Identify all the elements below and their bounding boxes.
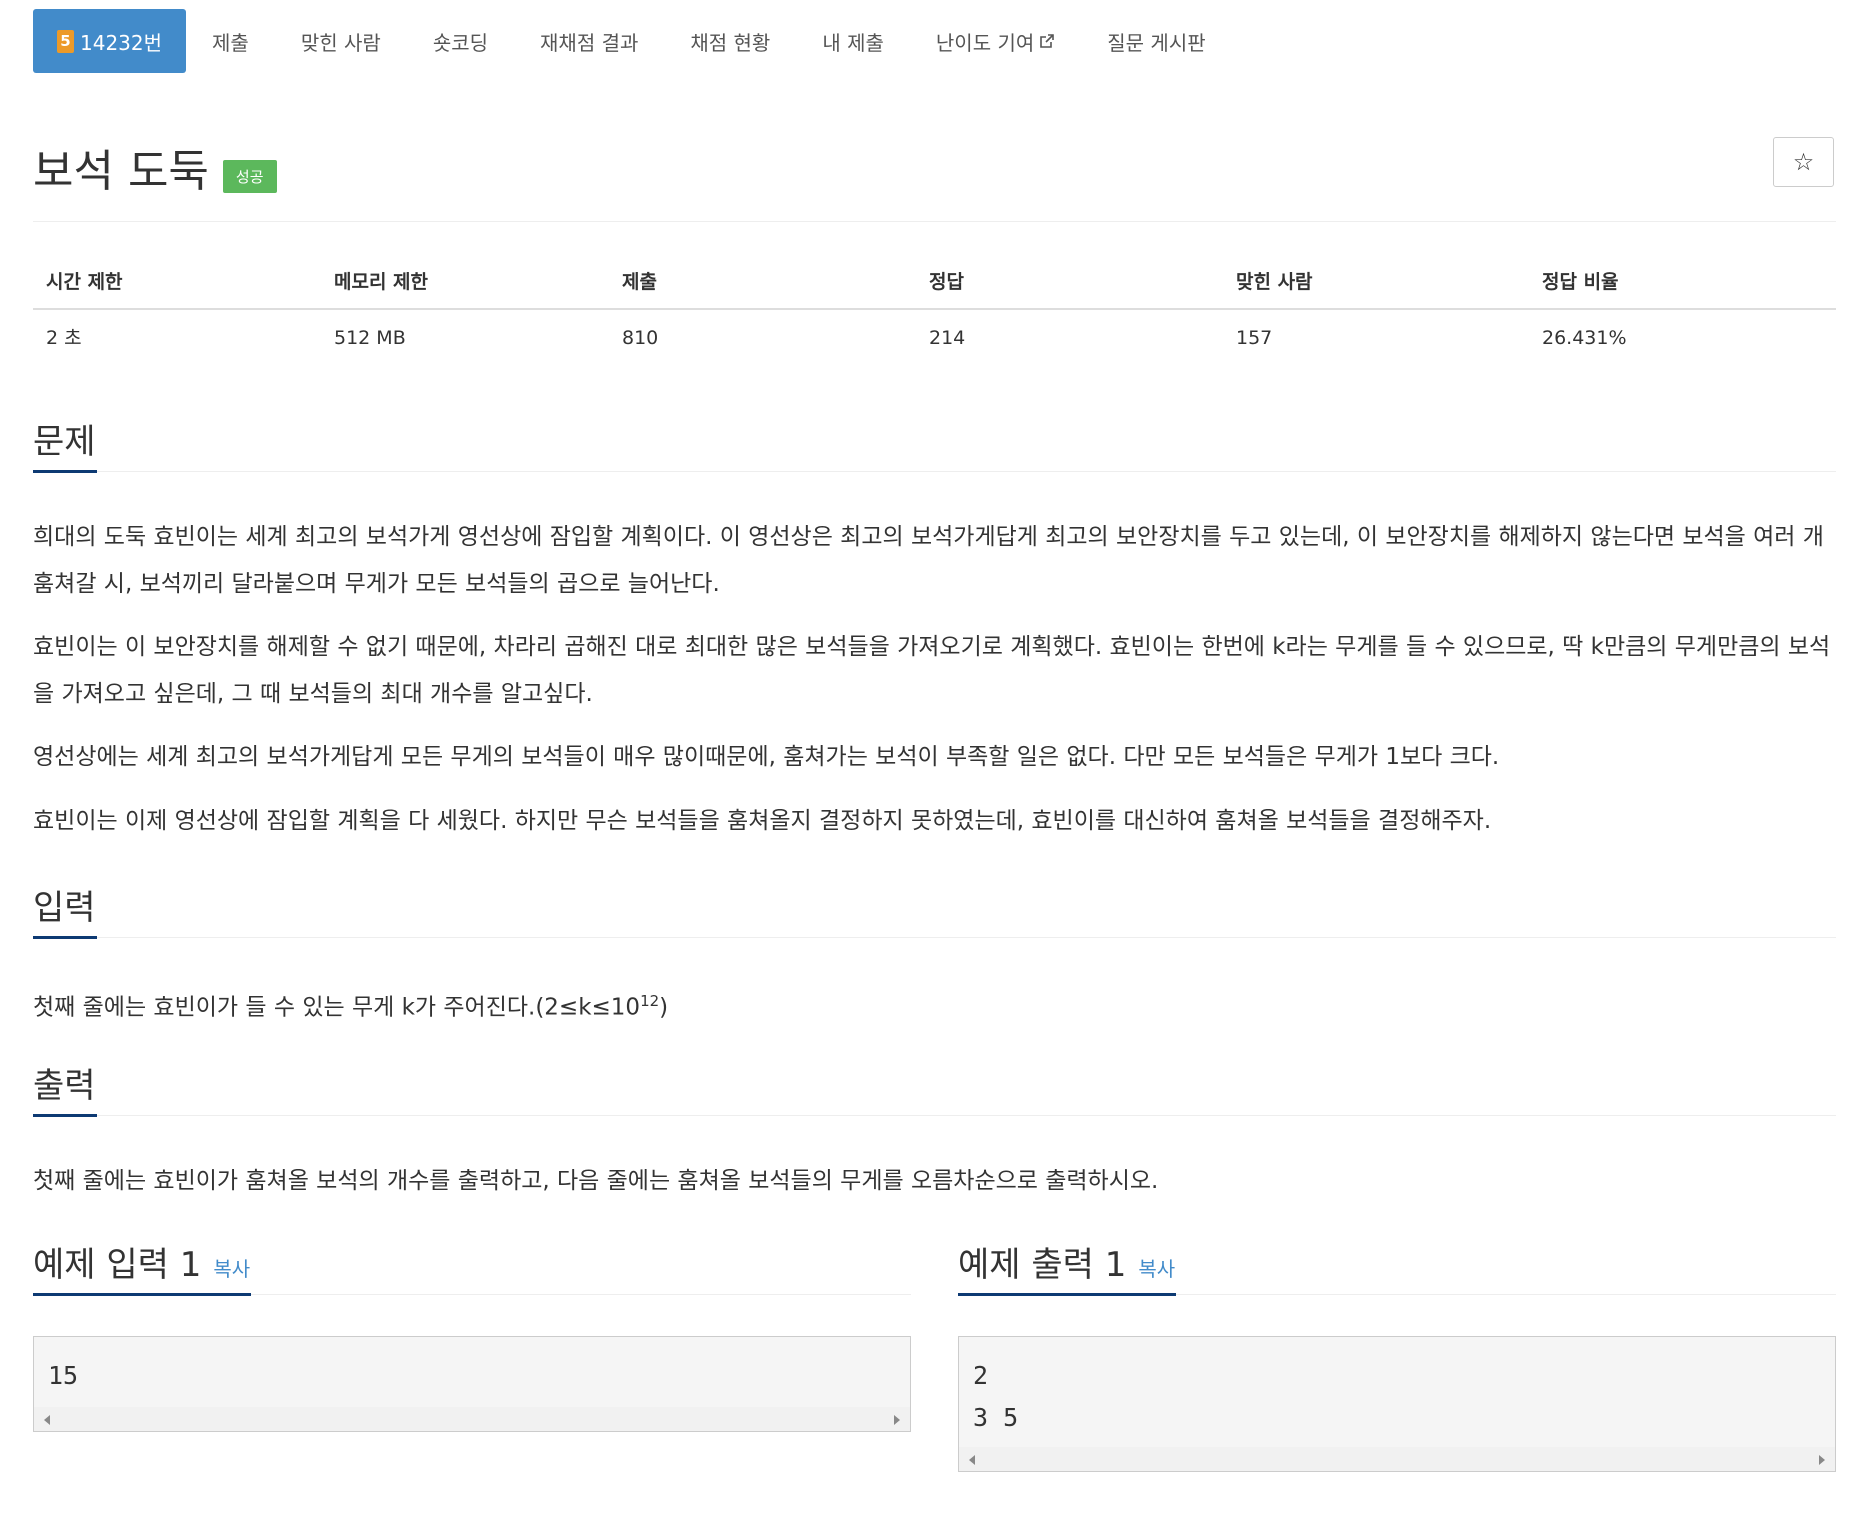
sample-input-heading: 예제 입력 1 복사 (33, 1237, 250, 1286)
title-divider (33, 221, 1836, 222)
copy-sample-input-button[interactable]: 복사 (213, 1257, 250, 1281)
header-submissions: 제출 (622, 271, 657, 293)
input-exponent: 12 (640, 992, 660, 1010)
output-section-divider (33, 1115, 1836, 1116)
header-memory-limit: 메모리 제한 (334, 271, 429, 293)
problem-section-divider (33, 471, 1836, 472)
sample-input-scrollbar[interactable] (34, 1407, 910, 1431)
status-badge: 성공 (222, 159, 277, 193)
output-section-heading: 출력 (33, 1066, 96, 1106)
header-solvers: 맞힌 사람 (1236, 271, 1313, 293)
star-icon: ☆ (1792, 148, 1815, 176)
problem-page: 5 14232번 제출 맞힌 사람 숏코딩 재채점 결과 채점 현황 내 제출 … (0, 0, 1870, 1515)
output-description: 첫째 줄에는 효빈이가 훔쳐올 보석의 개수를 출력하고, 다음 줄에는 훔쳐올… (33, 1168, 1159, 1194)
problem-paragraph: 효빈이는 이 보안장치를 해제할 수 없기 때문에, 차라리 곱해진 대로 최대… (33, 634, 1831, 707)
scroll-left-icon[interactable] (44, 1415, 50, 1425)
problem-paragraph: 효빈이는 이제 영선상에 잠입할 계획을 다 세웠다. 하지만 무슨 보석들을 … (33, 808, 1492, 834)
sample-input-title: 예제 입력 1 (33, 1245, 202, 1285)
output-section-underline (33, 1114, 97, 1117)
value-solvers: 157 (1236, 327, 1273, 349)
difficulty-contribution-label: 난이도 기여 (935, 30, 1035, 55)
sample-output-scrollbar[interactable] (959, 1447, 1835, 1471)
problem-nav-tabs: 5 14232번 제출 맞힌 사람 숏코딩 재채점 결과 채점 현황 내 제출 … (33, 9, 1232, 73)
problem-paragraph: 희대의 도둑 효빈이는 세계 최고의 보석가게 영선상에 잠입할 계획이다. 이… (33, 524, 1824, 597)
sample-output-box[interactable]: 2 3 5 (958, 1336, 1836, 1472)
sample-output-heading: 예제 출력 1 복사 (958, 1237, 1175, 1286)
tab-status[interactable]: 채점 현황 (664, 9, 796, 73)
header-time-limit: 시간 제한 (46, 271, 123, 293)
input-description-text: 첫째 줄에는 효빈이가 들 수 있는 무게 k가 주어진다.(2≤k≤10 (33, 994, 641, 1021)
tab-submit[interactable]: 제출 (186, 9, 275, 73)
favorite-star-button[interactable]: ☆ (1773, 137, 1834, 187)
value-accept-ratio: 26.431% (1542, 327, 1627, 349)
header-accept-ratio: 정답 비율 (1542, 271, 1619, 293)
input-description: 첫째 줄에는 효빈이가 들 수 있는 무게 k가 주어진다.(2≤k≤1012) (33, 978, 1833, 1032)
input-section-divider (33, 937, 1836, 938)
sample-output-underline (958, 1293, 1176, 1296)
value-accepted: 214 (929, 327, 966, 349)
external-link-icon (1040, 34, 1055, 48)
scroll-right-icon[interactable] (894, 1415, 900, 1425)
header-accepted: 정답 (929, 271, 964, 293)
input-description-close: ) (659, 994, 669, 1021)
tier-badge-icon: 5 (57, 29, 74, 53)
problem-info-table: 시간 제한 메모리 제한 제출 정답 맞힌 사람 정답 비율 2 초 512 M… (33, 258, 1836, 366)
value-submissions: 810 (622, 327, 659, 349)
sample-input-box[interactable]: 15 (33, 1336, 911, 1432)
tab-short-coding[interactable]: 숏코딩 (407, 9, 514, 73)
scroll-left-icon[interactable] (969, 1455, 975, 1465)
info-table-row: 2 초 512 MB 810 214 157 26.431% (33, 310, 1836, 366)
sample-output-content: 2 3 5 (973, 1361, 1019, 1432)
problem-section-heading: 문제 (33, 422, 96, 462)
scroll-right-icon[interactable] (1819, 1455, 1825, 1465)
sample-input-underline (33, 1293, 251, 1296)
copy-sample-output-button[interactable]: 복사 (1138, 1257, 1175, 1281)
page-title: 보석 도둑 (33, 146, 209, 197)
tab-solvers[interactable]: 맞힌 사람 (275, 9, 407, 73)
tab-problem[interactable]: 5 14232번 (33, 9, 187, 73)
input-section-underline (33, 936, 97, 939)
tab-question-board[interactable]: 질문 게시판 (1081, 9, 1231, 73)
tab-difficulty-contribution[interactable]: 난이도 기여 (910, 9, 1081, 73)
value-memory-limit: 512 MB (334, 327, 406, 349)
sample-output-title: 예제 출력 1 (958, 1245, 1127, 1285)
problem-paragraph: 영선상에는 세계 최고의 보석가게답게 모든 무게의 보석들이 매우 많이때문에… (33, 744, 1500, 770)
value-time-limit: 2 초 (46, 327, 82, 349)
input-section-heading: 입력 (33, 888, 96, 928)
tab-my-submissions[interactable]: 내 제출 (796, 9, 910, 73)
tab-rejudge-results[interactable]: 재채점 결과 (514, 9, 664, 73)
problem-title-row: 보석 도둑 성공 (33, 135, 277, 199)
problem-section-underline (33, 470, 97, 473)
problem-id-label: 14232번 (80, 30, 163, 55)
sample-input-content: 15 (48, 1361, 79, 1390)
info-table-header: 시간 제한 메모리 제한 제출 정답 맞힌 사람 정답 비율 (33, 258, 1836, 310)
